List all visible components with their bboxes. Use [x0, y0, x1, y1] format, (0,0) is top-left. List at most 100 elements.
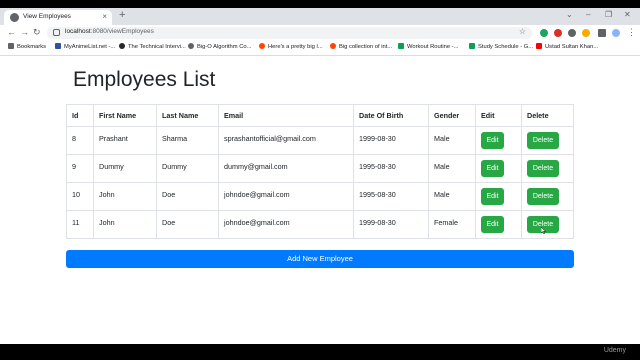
bookmark-item[interactable]: Workout Routine -...: [398, 43, 458, 50]
cell-last-name: Doe: [156, 210, 219, 239]
bookmark-item[interactable]: MyAnimeList.net -...: [55, 43, 115, 50]
tab-close-icon[interactable]: ×: [102, 12, 107, 21]
cell-last-name: Sharma: [156, 126, 219, 155]
cell-dob: 1999-08-30: [353, 126, 429, 155]
column-header: Edit: [475, 104, 522, 127]
column-header: Date Of Birth: [353, 104, 429, 127]
table-row: 10 John Doe johndoe@gmail.com 1995-08-30…: [66, 182, 574, 211]
cell-dob: 1999-08-30: [353, 210, 429, 239]
cell-gender: Female: [428, 210, 476, 239]
globe-icon: [188, 43, 194, 49]
cell-id: 9: [66, 154, 94, 183]
bookmark-item[interactable]: Big collection of int...: [330, 43, 392, 50]
globe-icon: [10, 13, 19, 22]
watermark-text: Udemy: [603, 347, 626, 354]
mouse-cursor-icon: [541, 227, 546, 234]
employees-table: Id First Name Last Name Email Date Of Bi…: [66, 104, 574, 239]
cell-last-name: Dummy: [156, 154, 219, 183]
url-text[interactable]: localhost:8080/viewEmployees: [65, 28, 154, 35]
restore-icon[interactable]: ❐: [605, 10, 612, 19]
extensions-puzzle-icon[interactable]: [598, 29, 606, 37]
cell-delete: Delete: [521, 126, 574, 155]
table-row: 11 John Doe johndoe@gmail.com 1999-08-30…: [66, 210, 574, 239]
profile-avatar[interactable]: [612, 29, 620, 37]
cell-edit: Edit: [475, 182, 522, 211]
extension-icon[interactable]: [568, 29, 576, 37]
edit-button[interactable]: Edit: [481, 216, 504, 233]
extension-icon[interactable]: [554, 29, 562, 37]
bookmark-item[interactable]: The Technical Intervi...: [119, 43, 186, 50]
menu-icon[interactable]: ⋮: [627, 27, 636, 38]
tab-strip: View Employees × + ⌄ – ❐ ✕: [0, 8, 640, 25]
edit-button[interactable]: Edit: [481, 188, 504, 205]
cell-id: 10: [66, 182, 94, 211]
minimize-icon[interactable]: –: [586, 10, 590, 19]
url-host: localhost: [65, 28, 91, 35]
reload-icon[interactable]: ↻: [33, 27, 41, 38]
cell-gender: Male: [428, 182, 476, 211]
bookmark-star-icon[interactable]: ☆: [519, 27, 526, 36]
cell-delete: Delete: [521, 210, 574, 239]
address-bar[interactable]: localhost:8080/viewEmployees ☆: [47, 27, 532, 39]
cell-email: sprashantofficial@gmail.com: [218, 126, 354, 155]
table-row: 8 Prashant Sharma sprashantofficial@gmai…: [66, 126, 574, 155]
edit-button[interactable]: Edit: [481, 132, 504, 149]
back-icon[interactable]: ←: [7, 27, 16, 37]
cell-edit: Edit: [475, 126, 522, 155]
cell-first-name: John: [93, 210, 157, 239]
cell-email: johndoe@gmail.com: [218, 182, 354, 211]
cell-gender: Male: [428, 154, 476, 183]
edit-button[interactable]: Edit: [481, 160, 504, 177]
cell-dob: 1995-08-30: [353, 182, 429, 211]
close-window-icon[interactable]: ✕: [624, 10, 631, 19]
delete-button[interactable]: Delete: [527, 132, 559, 149]
forward-icon[interactable]: →: [20, 27, 29, 37]
youtube-icon: [536, 43, 542, 49]
cell-id: 8: [66, 126, 94, 155]
site-info-icon[interactable]: [53, 29, 60, 36]
new-tab-button[interactable]: +: [119, 9, 125, 21]
url-path: :8080/viewEmployees: [90, 28, 154, 35]
cell-edit: Edit: [475, 154, 522, 183]
bookmark-item[interactable]: Study Schedule - G...: [469, 43, 533, 50]
column-header: Email: [218, 104, 354, 127]
github-icon: [119, 43, 125, 49]
browser-window: View Employees × + ⌄ – ❐ ✕ ← → ↻ localho…: [0, 8, 640, 344]
extension-icon[interactable]: [582, 29, 590, 37]
bookmark-item[interactable]: Here's a pretty big l...: [259, 43, 323, 50]
column-header: Last Name: [156, 104, 219, 127]
reddit-icon: [259, 43, 265, 49]
grammarly-extension-icon[interactable]: [540, 29, 548, 37]
delete-button[interactable]: Delete: [527, 160, 559, 177]
cell-email: dummy@gmail.com: [218, 154, 354, 183]
cell-gender: Male: [428, 126, 476, 155]
column-header: Delete: [521, 104, 574, 127]
tab-view-employees[interactable]: View Employees ×: [4, 10, 112, 25]
page-title: Employees List: [73, 68, 216, 91]
table-row: 9 Dummy Dummy dummy@gmail.com 1995-08-30…: [66, 154, 574, 183]
cell-last-name: Doe: [156, 182, 219, 211]
bookmark-item[interactable]: Bookmarks: [8, 43, 46, 50]
bookmark-item[interactable]: Big-O Algorithm Co...: [188, 43, 251, 50]
star-icon: [8, 43, 14, 49]
bookmark-item[interactable]: Ustad Sultan Khan...: [536, 43, 598, 50]
bookmarks-bar: Bookmarks MyAnimeList.net -... The Techn…: [0, 41, 640, 56]
add-employee-button[interactable]: Add New Employee: [66, 250, 574, 268]
tab-title: View Employees: [23, 13, 71, 20]
reddit-icon: [330, 43, 336, 49]
myanimelist-icon: [55, 43, 61, 49]
column-header: Id: [66, 104, 94, 127]
column-header: Gender: [428, 104, 476, 127]
cell-dob: 1995-08-30: [353, 154, 429, 183]
cell-delete: Delete: [521, 154, 574, 183]
tab-search-icon[interactable]: ⌄: [566, 10, 573, 19]
sheets-icon: [398, 43, 404, 49]
cell-first-name: John: [93, 182, 157, 211]
column-header: First Name: [93, 104, 157, 127]
cell-edit: Edit: [475, 210, 522, 239]
cell-first-name: Prashant: [93, 126, 157, 155]
cell-id: 11: [66, 210, 94, 239]
sheets-icon: [469, 43, 475, 49]
delete-button[interactable]: Delete: [527, 188, 559, 205]
table-header-row: Id First Name Last Name Email Date Of Bi…: [66, 104, 574, 127]
